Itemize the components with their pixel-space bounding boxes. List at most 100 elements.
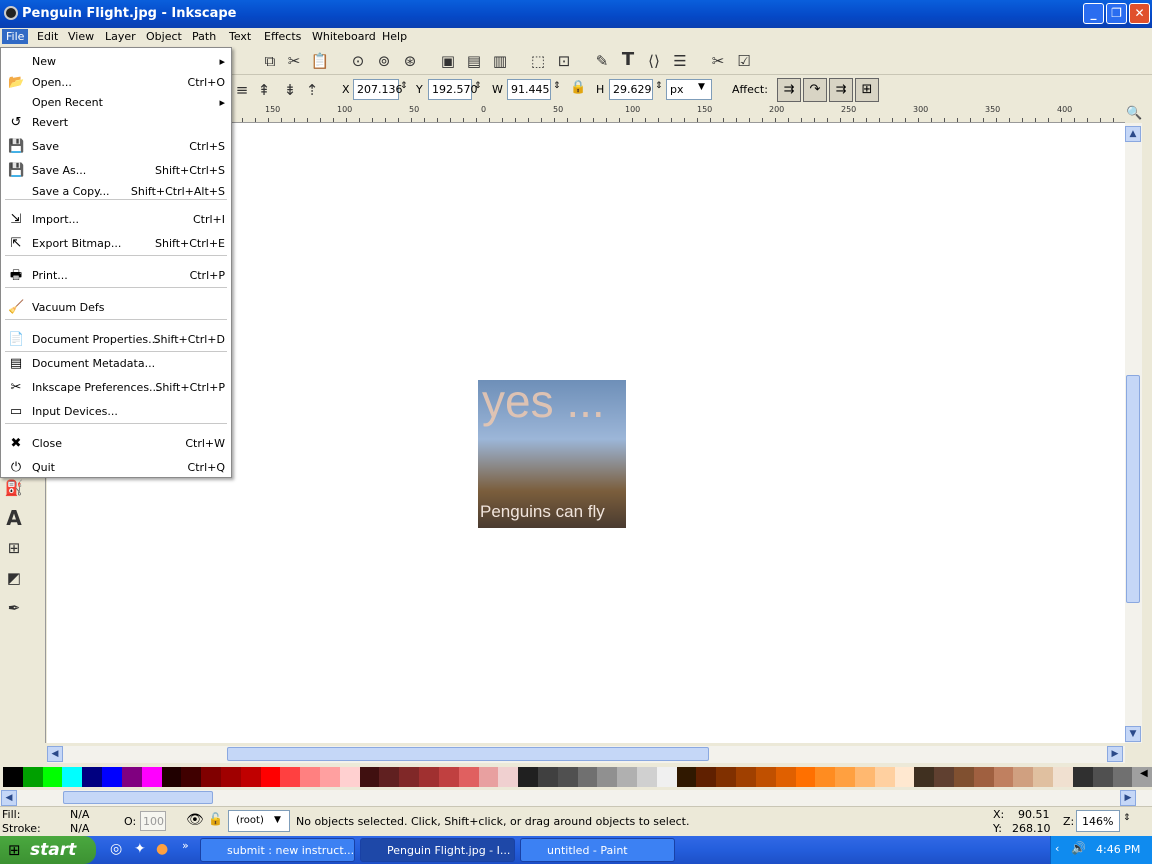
duplicate-icon[interactable]: ⧉ [260, 51, 280, 71]
scroll-left-icon[interactable]: ◀ [47, 746, 63, 762]
color-swatch[interactable] [478, 767, 499, 787]
ungroup-icon[interactable]: ▤ [464, 51, 484, 71]
color-swatch[interactable] [458, 767, 479, 787]
color-swatch[interactable] [1033, 767, 1054, 787]
tray-expand-icon[interactable]: ‹ [1055, 842, 1059, 855]
color-swatch[interactable] [914, 767, 935, 787]
task-inkscape[interactable]: Penguin Flight.jpg - I... [360, 838, 515, 862]
fill-bucket-tool-icon[interactable]: ⛽ [4, 478, 24, 498]
palette-scroll-right-icon[interactable]: ▶ [1120, 790, 1136, 806]
color-swatch[interactable] [597, 767, 618, 787]
quicklaunch-inkscape-icon[interactable]: ✦ [134, 841, 146, 857]
w-spinner-icon[interactable]: ⇕ [553, 81, 561, 91]
text-tool-icon[interactable]: A [4, 508, 24, 528]
preferences-tool-icon[interactable]: ✂ [708, 51, 728, 71]
color-swatch[interactable] [934, 767, 954, 787]
chevron-down-icon[interactable]: ▼ [698, 82, 705, 92]
color-swatch[interactable] [379, 767, 400, 787]
restore-button[interactable]: ❐ [1106, 3, 1127, 24]
color-swatch[interactable] [82, 767, 103, 787]
affect-patterns-toggle[interactable]: ⊞ [855, 78, 879, 102]
color-swatch[interactable] [954, 767, 974, 787]
affect-corners-toggle[interactable]: ↷ [803, 78, 827, 102]
scroll-right-icon[interactable]: ▶ [1107, 746, 1123, 762]
penguin-artwork-image[interactable]: yes ... Penguins can fly [478, 380, 626, 528]
palette-scroll-thumb[interactable] [63, 791, 213, 804]
color-swatch[interactable] [518, 767, 538, 787]
lock-layer-icon[interactable]: 🔓 [208, 812, 223, 826]
close-window-button[interactable]: ✕ [1129, 3, 1150, 24]
color-swatch[interactable] [42, 767, 63, 787]
xml-editor-icon[interactable]: ⟨⟩ [644, 51, 664, 71]
color-swatch[interactable] [755, 767, 776, 787]
volume-icon[interactable]: 🔊 [1071, 841, 1086, 855]
color-swatch[interactable] [716, 767, 737, 787]
connector-tool-icon[interactable]: ⊞ [4, 538, 24, 558]
palette-scroll-left-icon[interactable]: ◀ [1, 790, 17, 806]
zoom-selection-icon[interactable]: ⊙ [348, 51, 368, 71]
color-swatch[interactable] [438, 767, 459, 787]
dropper-tool-icon[interactable]: ✒ [4, 598, 24, 618]
group-icon[interactable]: ▣ [438, 51, 458, 71]
color-swatch[interactable] [835, 767, 855, 787]
paste-icon[interactable]: 📋 [310, 51, 330, 71]
x-spinner-icon[interactable]: ⇕ [400, 81, 408, 91]
gradient-tool-icon[interactable]: ◩ [4, 568, 24, 588]
quicklaunch-ie-icon[interactable]: ◎ [110, 841, 122, 857]
color-swatch[interactable] [22, 767, 43, 787]
color-swatch[interactable] [775, 767, 796, 787]
file-menu-item-close[interactable]: ✖ Close Ctrl+W [1, 434, 231, 454]
fill-stroke-icon[interactable]: ✎ [592, 51, 612, 71]
color-swatch[interactable] [973, 767, 994, 787]
menu-whiteboard[interactable]: Whiteboard [308, 29, 380, 44]
color-swatch[interactable] [736, 767, 756, 787]
color-swatch[interactable] [854, 767, 875, 787]
file-menu-item-quit[interactable]: ⏻ Quit Ctrl+Q [1, 458, 231, 478]
vertical-scroll-thumb[interactable] [1126, 375, 1140, 603]
file-menu-item-open-recent[interactable]: Open Recent ▸ [1, 93, 231, 113]
color-swatch[interactable] [141, 767, 162, 787]
color-swatch[interactable] [240, 767, 261, 787]
raise-icon[interactable]: ⇞ [254, 80, 274, 100]
color-swatch[interactable] [220, 767, 241, 787]
horizontal-scroll-thumb[interactable] [227, 747, 709, 761]
color-swatch[interactable] [260, 767, 281, 787]
cut-icon[interactable]: ✂ [284, 51, 304, 71]
color-swatch[interactable] [181, 767, 202, 787]
color-swatch[interactable] [339, 767, 360, 787]
zoom-input[interactable]: 146% [1076, 810, 1120, 832]
file-menu-item-new[interactable]: New ▸ [1, 52, 231, 72]
color-swatch[interactable] [3, 767, 23, 787]
y-input[interactable]: 192.570 [428, 79, 478, 100]
lock-icon[interactable]: 🔒 [570, 80, 586, 95]
minimize-button[interactable]: _ [1083, 3, 1104, 24]
raise-to-top-icon[interactable]: ⇡ [302, 80, 322, 100]
file-menu-item-vacuum-defs[interactable]: 🧹 Vacuum Defs [1, 298, 231, 318]
color-swatch[interactable] [102, 767, 122, 787]
affect-stroke-width-toggle[interactable]: ⇉ [777, 78, 801, 102]
color-swatch[interactable] [1053, 767, 1073, 787]
color-swatch[interactable] [993, 767, 1014, 787]
node-snap-icon[interactable]: ⬚ [528, 51, 548, 71]
file-menu-item-save[interactable]: 💾 Save Ctrl+S [1, 137, 231, 157]
color-swatch[interactable] [161, 767, 182, 787]
file-menu-item-input-devices[interactable]: ▭ Input Devices... [1, 402, 231, 422]
affect-gradients-toggle[interactable]: ⇉ [829, 78, 853, 102]
color-swatch[interactable] [280, 767, 301, 787]
color-swatch[interactable] [696, 767, 717, 787]
lower-icon[interactable]: ≡ [232, 80, 252, 100]
color-swatch[interactable] [1112, 767, 1133, 787]
horizontal-scrollbar[interactable]: ◀ ▶ [47, 746, 1125, 763]
scroll-down-icon[interactable]: ▼ [1125, 726, 1141, 742]
menu-help[interactable]: Help [378, 29, 411, 44]
menu-text[interactable]: Text [225, 29, 255, 44]
color-swatch[interactable] [617, 767, 637, 787]
layer-chevron-down-icon[interactable]: ▼ [274, 815, 281, 825]
color-swatch[interactable] [1013, 767, 1034, 787]
color-swatch[interactable] [795, 767, 816, 787]
document-properties-tool-icon[interactable]: ☑ [734, 51, 754, 71]
file-menu-item-inkscape-preferences[interactable]: ✂ Inkscape Preferences... Shift+Ctrl+P [1, 378, 231, 398]
h-input[interactable]: 29.629 [609, 79, 653, 100]
x-input[interactable]: 207.136 [353, 79, 403, 100]
color-swatch[interactable] [359, 767, 380, 787]
